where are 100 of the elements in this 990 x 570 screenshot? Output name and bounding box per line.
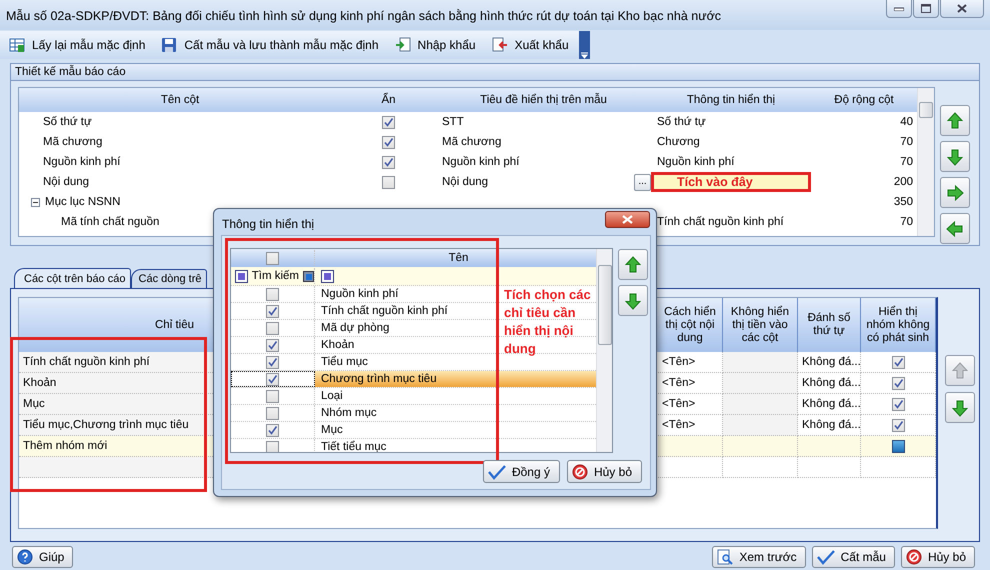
filter-icon[interactable] <box>321 270 334 282</box>
cancel-icon <box>906 549 922 565</box>
checkmark-icon <box>488 464 506 480</box>
floppy-icon <box>161 37 178 53</box>
toolbar-button[interactable]: Xuất khẩu <box>482 33 576 57</box>
maximize-button[interactable] <box>913 0 939 18</box>
column-header[interactable]: Tiêu đề hiển thị trên mẫu <box>436 94 651 106</box>
arrow-right-icon <box>946 184 964 202</box>
checkbox[interactable] <box>382 116 395 128</box>
checkmark-icon <box>816 549 835 565</box>
toolbar-button[interactable]: Lấy lại mẫu mặc định <box>0 33 152 57</box>
table-cell: Không đá... <box>798 373 861 394</box>
checkbox[interactable] <box>266 322 279 334</box>
help-icon <box>17 549 33 565</box>
checkbox[interactable] <box>892 418 904 432</box>
move-down-button[interactable] <box>940 141 970 172</box>
close-button[interactable] <box>940 0 984 18</box>
column-name: Nguồn kinh phí <box>43 156 120 168</box>
minimize-button[interactable] <box>886 0 912 18</box>
toolbar-button[interactable]: Cất mẫu và lưu thành mẫu mặc định <box>152 33 386 57</box>
caption-text: Nguồn kinh phí <box>442 156 520 168</box>
arrow-down-icon <box>946 148 964 166</box>
table-cell <box>798 457 861 478</box>
table-cell <box>658 457 723 478</box>
cancel-button[interactable]: Hủy bỏ <box>900 546 975 568</box>
annotation-text: Tích chọn các chỉ tiêu cần hiển thị nội dung <box>504 286 592 358</box>
filter-icon[interactable] <box>303 270 314 282</box>
checkbox[interactable] <box>266 372 279 386</box>
arrow-down-icon <box>624 292 642 310</box>
toolbar-overflow-button[interactable] <box>579 31 590 59</box>
tab[interactable]: Các cột trên báo cáo <box>14 268 131 288</box>
checkbox[interactable] <box>382 156 395 168</box>
move-up-button[interactable] <box>940 105 970 136</box>
checkbox[interactable] <box>892 398 904 410</box>
checkbox[interactable] <box>266 338 279 352</box>
checkbox[interactable] <box>382 136 395 148</box>
cancel-button[interactable]: Hủy bỏ <box>566 460 642 483</box>
checkbox[interactable] <box>266 304 279 318</box>
filter-icon[interactable] <box>235 270 248 282</box>
move-up-button[interactable] <box>618 249 648 280</box>
collapse-icon[interactable] <box>31 198 40 206</box>
chevron-down-icon <box>581 51 588 59</box>
arrow-up-icon <box>624 256 642 274</box>
checkbox[interactable] <box>266 356 279 368</box>
move-down-button[interactable] <box>618 285 648 316</box>
display-info-text: Tính chất nguồn kinh phí <box>656 215 785 230</box>
display-info-text: Chương <box>656 135 701 150</box>
column-header[interactable]: Thông tin hiển thị <box>651 94 811 106</box>
ok-button[interactable]: Đồng ý <box>482 460 560 483</box>
caption-text: Nội dung <box>442 176 488 188</box>
arrow-up-icon <box>946 112 964 130</box>
tab[interactable]: Các dòng trê <box>130 269 206 288</box>
column-header[interactable]: Độ rộng cột <box>811 94 917 106</box>
column-name: Mã tính chất nguồn <box>61 216 160 228</box>
width-value: 70 <box>900 216 913 228</box>
move-left-button[interactable] <box>940 213 970 244</box>
table-cell <box>658 436 723 457</box>
panel-title: Thiết kế mẫu báo cáo <box>11 64 979 81</box>
column-header[interactable]: Ẩn <box>341 94 436 106</box>
scrollbar[interactable] <box>917 88 934 236</box>
column-header[interactable]: Đánh số thứ tự <box>798 298 861 352</box>
help-button[interactable]: Giúp <box>12 546 74 568</box>
arrow-down-icon <box>951 398 969 416</box>
checkbox[interactable] <box>266 390 279 402</box>
column-header[interactable]: Tên cột <box>19 94 341 106</box>
width-value: 70 <box>900 156 913 168</box>
dialog-title: Thông tin hiển thị <box>221 216 316 231</box>
checkbox[interactable] <box>266 406 279 420</box>
checkbox[interactable] <box>266 424 279 436</box>
save-button[interactable]: Cất mẫu <box>812 546 895 568</box>
display-info-text: Nguồn kinh phí <box>656 155 736 170</box>
checkbox[interactable] <box>266 288 279 300</box>
export-icon <box>492 37 508 53</box>
table-cell: Không đá... <box>798 394 861 415</box>
preview-icon <box>717 549 734 565</box>
scrollbar[interactable] <box>596 249 612 452</box>
close-button[interactable] <box>605 211 650 228</box>
caption-text: Mã chương <box>442 136 502 148</box>
display-info-field[interactable]: Tích vào đây <box>651 172 811 192</box>
checkbox[interactable] <box>892 356 904 368</box>
preview-button[interactable]: Xem trước <box>712 546 806 568</box>
checkbox[interactable] <box>892 376 904 390</box>
arrow-left-icon <box>946 220 964 238</box>
browse-button[interactable]: ... <box>634 174 651 190</box>
checkbox[interactable] <box>382 176 395 188</box>
close-icon <box>622 215 633 224</box>
move-right-button[interactable] <box>940 177 970 208</box>
window-title: Mẫu số 02a-SDKP/ĐVDT: Bảng đối chiếu tình hình sử dụng kinh phí ngân sách bằng hình thức rút dự toán tại Kho bạc nhà nước <box>5 8 722 23</box>
minimize-icon <box>894 6 904 10</box>
checkbox[interactable] <box>266 252 279 264</box>
move-down-button[interactable] <box>945 392 975 423</box>
display-info-text: Số thứ tự <box>656 115 707 130</box>
column-header[interactable]: Hiển thị nhóm không có phát sinh <box>861 298 936 352</box>
column-header[interactable]: Cách hiển thị cột nội dung <box>658 298 723 352</box>
toolbar-button[interactable]: Nhập khẩu <box>386 33 483 57</box>
column-name: Số thứ tự <box>43 116 92 128</box>
width-value: 350 <box>894 196 913 208</box>
list-item[interactable]: Nguồn kinh phí <box>321 288 398 300</box>
checkbox[interactable] <box>266 440 279 452</box>
width-value: 70 <box>900 136 913 148</box>
